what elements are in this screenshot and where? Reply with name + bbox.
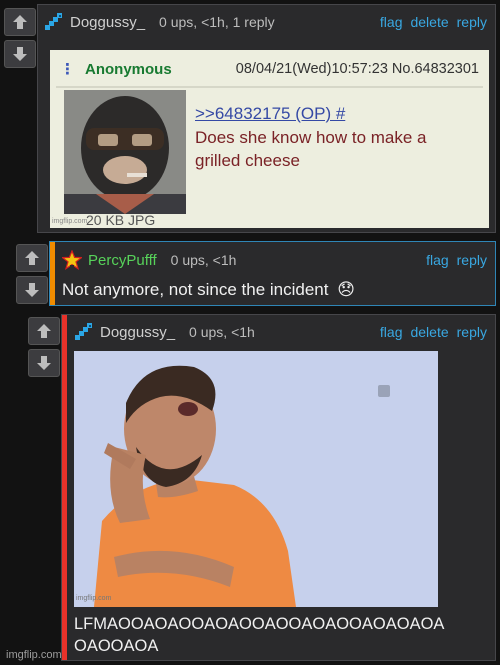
disappointed-face-emoji: 😞 — [337, 280, 355, 299]
upvote-button[interactable] — [4, 8, 36, 36]
downvote-button[interactable] — [28, 349, 60, 377]
flag-link[interactable]: flag — [380, 14, 403, 30]
flag-link[interactable]: flag — [380, 324, 403, 340]
comment-text: LFMAOOAOAOOAOAOOAOOAOAOOAOAOAOA OAOOAOA — [74, 613, 444, 657]
imgflip-watermark: imgflip.com — [6, 649, 62, 661]
file-info: 20 KB JPG — [86, 212, 156, 228]
more-icon: ⋮ — [60, 61, 75, 78]
poster-name: Anonymous — [85, 60, 172, 78]
upvote-arrow-icon — [37, 324, 51, 338]
comment-header: Doggussy_ 0 ups, <1h flag delete reply — [62, 321, 495, 343]
vote-controls-1 — [4, 8, 36, 72]
thread-stripe-red — [62, 315, 67, 660]
comment-text-line2: OAOOAOA — [74, 637, 159, 655]
star-user-icon — [62, 250, 82, 270]
post-reply-link: >>64832175 (OP) # — [195, 104, 346, 123]
comment-username[interactable]: Doggussy_ — [70, 14, 145, 31]
comment-1: Doggussy_ 0 ups, <1h, 1 reply flag delet… — [37, 4, 496, 233]
user-pixel-icon — [44, 12, 64, 32]
comment-meta: 0 ups, <1h — [170, 252, 237, 268]
upvote-arrow-icon — [13, 15, 27, 29]
comment-meta: 0 ups, <1h, 1 reply — [159, 14, 275, 30]
post-thumbnail — [64, 90, 186, 214]
comment-username[interactable]: PercyPufff — [88, 252, 157, 269]
post-header: ⋮ Anonymous 08/04/21(Wed)10:57:23 No.648… — [50, 56, 489, 82]
post-text-line1: Does she know how to make a — [195, 128, 427, 147]
comment-text-line1: LFMAOOAOAOOAOAOOAOOAOAOOAOAOAOA — [74, 615, 445, 633]
image-site-watermark: imgflip.com — [76, 595, 112, 602]
reply-link[interactable]: reply — [457, 14, 487, 30]
vote-controls-2 — [16, 244, 48, 308]
comment-username[interactable]: Doggussy_ — [100, 324, 175, 341]
reply-link[interactable]: reply — [457, 324, 487, 340]
flag-link[interactable]: flag — [426, 252, 449, 268]
upvote-button[interactable] — [16, 244, 48, 272]
comment-meta: 0 ups, <1h — [189, 324, 255, 340]
comment-3: Doggussy_ 0 ups, <1h flag delete reply i… — [61, 314, 496, 661]
comment-image[interactable]: imgflip.com — [74, 351, 438, 607]
post-divider — [56, 86, 483, 88]
comment-actions: flag reply — [426, 252, 487, 268]
downvote-arrow-icon — [13, 47, 27, 61]
user-pixel-icon — [74, 322, 94, 342]
image-site-watermark: imgflip.com — [52, 218, 88, 225]
post-text-line2: grilled cheese — [195, 151, 300, 170]
comment-actions: flag delete reply — [380, 14, 487, 30]
comment-actions: flag delete reply — [380, 324, 487, 340]
delete-link[interactable]: delete — [410, 324, 448, 340]
vote-controls-3 — [28, 317, 60, 381]
upvote-arrow-icon — [25, 251, 39, 265]
comment-text-content: Not anymore, not since the incident — [62, 280, 329, 299]
upvote-button[interactable] — [28, 317, 60, 345]
comment-2: PercyPufff 0 ups, <1h flag reply Not any… — [49, 241, 496, 306]
downvote-arrow-icon — [25, 283, 39, 297]
downvote-button[interactable] — [16, 276, 48, 304]
post-datetime: 08/04/21(Wed)10:57:23 No.64832301 — [235, 61, 479, 77]
downvote-button[interactable] — [4, 40, 36, 68]
comment-text: Not anymore, not since the incident 😞 — [62, 279, 355, 301]
downvote-arrow-icon — [37, 356, 51, 370]
delete-link[interactable]: delete — [410, 14, 448, 30]
comment-header: Doggussy_ 0 ups, <1h, 1 reply flag delet… — [38, 11, 495, 33]
comment-header: PercyPufff 0 ups, <1h flag reply — [50, 249, 495, 271]
reply-link[interactable]: reply — [457, 252, 487, 268]
comment-image[interactable]: ⋮ Anonymous 08/04/21(Wed)10:57:23 No.648… — [50, 50, 489, 228]
